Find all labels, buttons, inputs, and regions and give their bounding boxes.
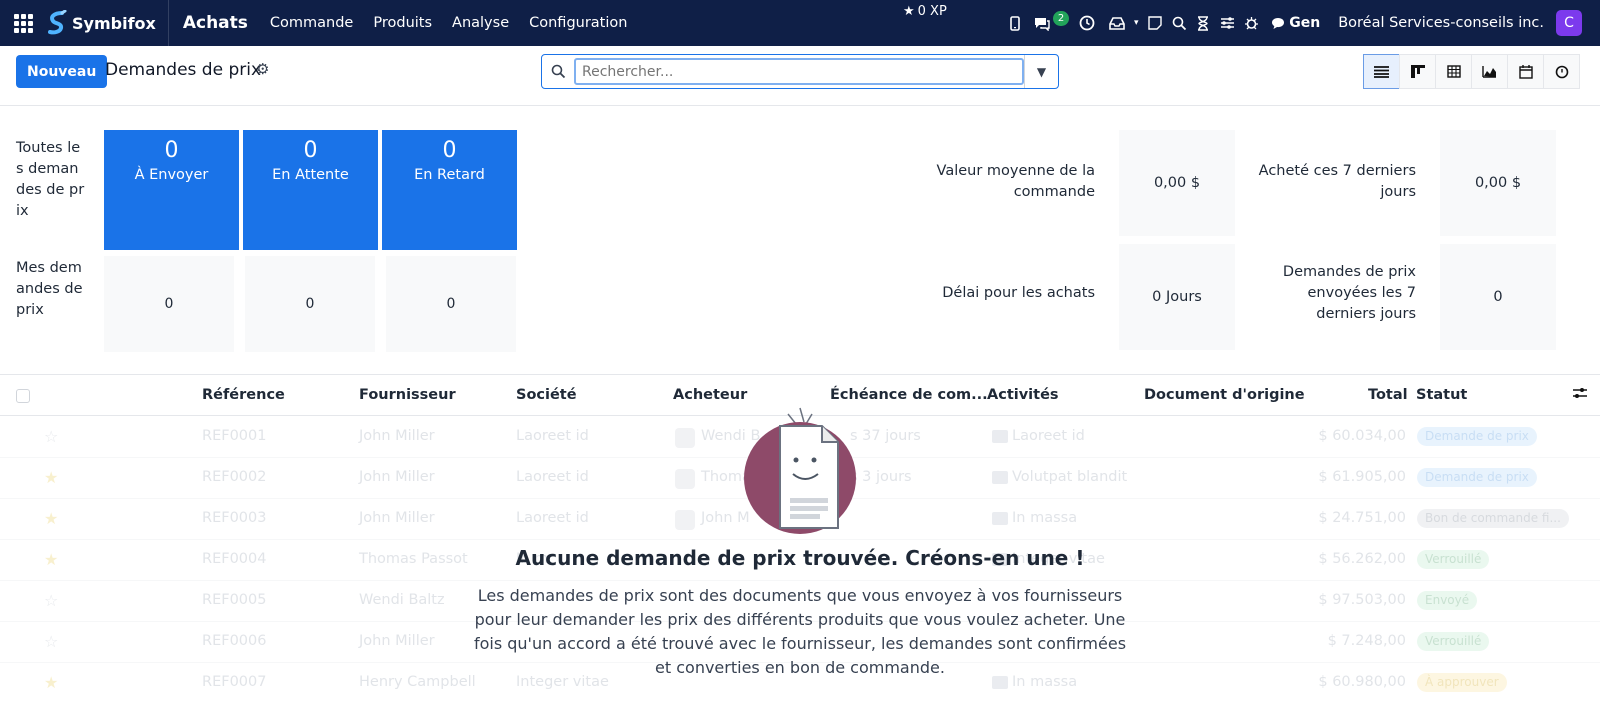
tile-late[interactable]: 0 En Retard [382,130,517,250]
pivot-view-button[interactable] [1435,54,1472,89]
list-view-button[interactable] [1363,54,1400,89]
search-input[interactable] [574,58,1024,85]
sliders-icon[interactable] [1215,0,1239,46]
kanban-view-button[interactable] [1399,54,1436,89]
stat-value-lead-time: 0 Jours [1119,244,1235,350]
tile-label: À Envoyer [134,167,209,183]
my-waiting[interactable]: 0 [245,256,375,352]
empty-folder-smiley-icon [744,407,856,534]
new-button[interactable]: Nouveau [16,55,108,88]
hourglass-icon[interactable] [1191,0,1215,46]
search-icon [542,64,574,79]
col-status[interactable]: Statut [1416,387,1467,403]
menu-configuration[interactable]: Configuration [529,15,627,31]
speech-bubble-icon [1272,17,1285,29]
gen-assistant[interactable]: Gen [1271,15,1320,31]
calendar-view-button[interactable] [1507,54,1544,89]
tile-waiting[interactable]: 0 En Attente [243,130,378,250]
gear-icon[interactable]: ⚙ [256,60,269,78]
table-icon [1446,65,1461,78]
apps-menu-icon[interactable] [0,0,46,46]
note-icon[interactable] [1143,0,1167,46]
stat-value-average-order: 0,00 $ [1119,130,1235,236]
calendar-icon [1518,64,1533,79]
my-late[interactable]: 0 [386,256,516,352]
menu-commande[interactable]: Commande [270,15,353,31]
col-origin[interactable]: Document d'origine [1144,387,1305,403]
brand-name: Symbifox [72,13,156,33]
gen-label: Gen [1289,15,1321,31]
module-title[interactable]: Achats [183,13,248,33]
col-total[interactable]: Total [1368,387,1408,403]
xp-value: 0 XP [917,4,947,19]
stat-value-rfq-sent-7-days: 0 [1440,244,1556,350]
view-switcher [1363,54,1580,89]
area-chart-icon [1482,66,1496,78]
bug-icon[interactable] [1239,0,1263,46]
control-panel: Nouveau Demandes de prix ⚙ ▼ [0,46,1600,106]
empty-state-helper: Aucune demande de prix trouvée. Créons-e… [470,400,1130,680]
search-bar: ▼ [541,54,1059,89]
tile-label: En Retard [414,167,485,183]
col-reference[interactable]: Référence [202,387,285,403]
kanban-icon [1410,65,1425,78]
tile-label: En Attente [272,167,349,183]
symbifox-logo-icon [48,10,67,35]
xp-counter[interactable]: ★ 0 XP [903,4,947,19]
stat-label-rfq-sent-7-days: Demandes de prix envoyées les 7 derniers… [1282,264,1416,322]
page-title: Demandes de prix [105,60,262,80]
my-to-send[interactable]: 0 [104,256,234,352]
company-switcher[interactable]: Boréal Services-conseils inc. [1338,15,1544,31]
stat-value-purchased-7-days: 0,00 $ [1440,130,1556,236]
col-supplier[interactable]: Fournisseur [359,387,456,403]
purchase-dashboard: Toutes les demandes de prix Mes demandes… [0,106,1600,375]
tile-value: 0 [164,138,179,163]
empty-state-title: Aucune demande de prix trouvée. Créons-e… [515,546,1085,570]
row-label-mine: Mes demandes de prix [16,260,83,318]
inbox-icon[interactable] [1105,0,1129,46]
chat-count-badge: 2 [1052,10,1070,26]
star-icon: ★ [903,4,915,19]
tile-value: 0 [303,138,318,163]
top-navbar: Symbifox Achats Commande Produits Analys… [0,0,1600,46]
search-options-toggle[interactable]: ▼ [1024,55,1058,88]
stat-label-purchased-7-days: Acheté ces 7 derniers jours [1258,163,1416,200]
caret-down-icon[interactable]: ▾ [1129,0,1143,46]
column-options-icon[interactable] [1572,386,1588,404]
user-avatar[interactable]: C [1556,10,1582,36]
menu-analyse[interactable]: Analyse [452,15,509,31]
clock-icon [1555,65,1568,78]
chat-icon[interactable] [1027,0,1057,46]
tile-value: 0 [442,138,457,163]
list-icon [1374,65,1389,78]
select-all-checkbox[interactable] [16,389,30,403]
tile-to-send[interactable]: 0 À Envoyer [104,130,239,250]
search-icon[interactable] [1167,0,1191,46]
brand-logo[interactable]: Symbifox [46,0,169,46]
activity-view-button[interactable] [1543,54,1580,89]
empty-state-text: Les demandes de prix sont des documents … [473,586,1127,677]
mobile-icon[interactable] [1003,0,1027,46]
stat-label-lead-time: Délai pour les achats [942,285,1095,301]
clock-icon[interactable] [1075,0,1099,46]
row-label-all: Toutes les demandes de prix [16,140,85,219]
menu-produits[interactable]: Produits [373,15,432,31]
stat-label-average-order: Valeur moyenne de la commande [936,163,1095,200]
graph-view-button[interactable] [1471,54,1508,89]
